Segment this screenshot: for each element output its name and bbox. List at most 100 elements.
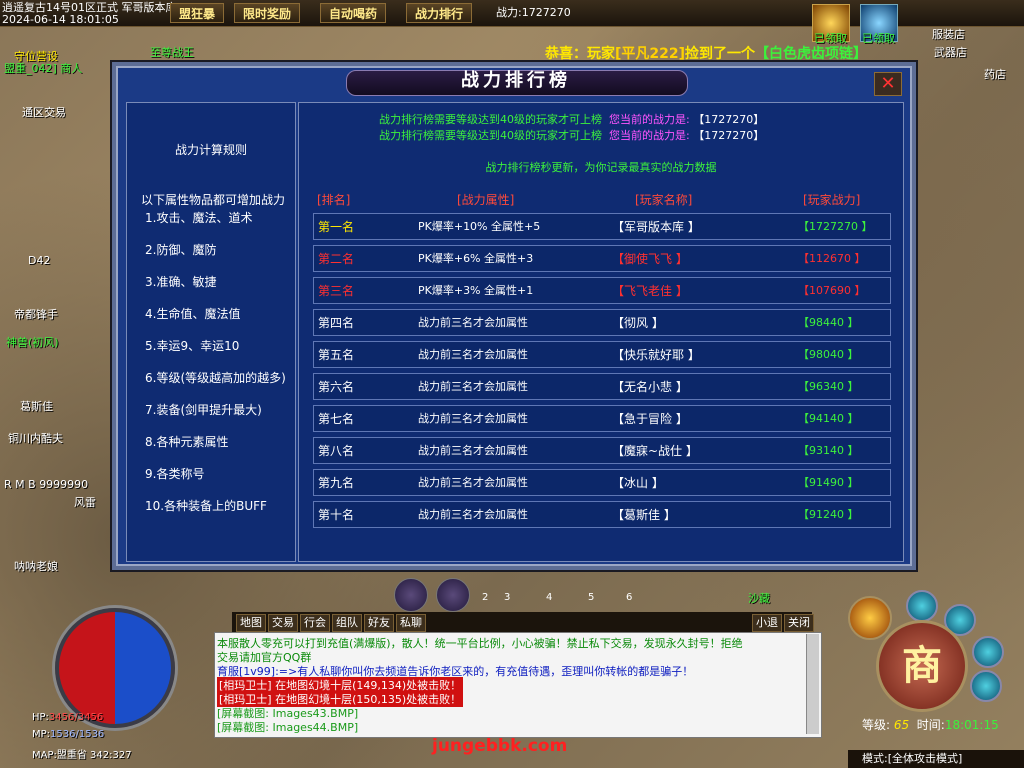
rule-item: 3.准确、敏捷 bbox=[145, 275, 217, 289]
shop-button[interactable]: 商 bbox=[876, 620, 968, 712]
player-name-cell: 【彻风 】 bbox=[612, 316, 664, 330]
player-name-cell: 【魔寐~战仕 】 bbox=[612, 444, 698, 458]
player-name-cell: 【葛斯佳 】 bbox=[612, 508, 676, 522]
map-event-label: 沙藏 bbox=[748, 592, 770, 605]
header-name: [玩家名称] bbox=[635, 193, 693, 207]
player-name-cell: 【飞飞老佳 】 bbox=[612, 284, 688, 298]
player-name-cell: 【军哥版本库 】 bbox=[612, 220, 700, 234]
chat-line: [屏幕截图: Images44.BMP] bbox=[217, 721, 359, 734]
chat-scrollbar[interactable] bbox=[806, 634, 819, 734]
limited-reward-button[interactable]: 限时奖励 bbox=[234, 3, 301, 23]
rank-cell: 第六名 bbox=[318, 380, 355, 394]
close-button[interactable]: ✕ bbox=[874, 72, 902, 96]
header-power: [玩家战力] bbox=[803, 193, 861, 207]
character-icon[interactable] bbox=[906, 590, 938, 622]
ranking-panel: 战力排行榜需要等级达到40级的玩家才可上榜 您当前的战力是: 【1727270】… bbox=[298, 102, 904, 562]
power-cell: 【96340 】 bbox=[798, 380, 859, 393]
npc-label: 至尊战王 bbox=[150, 46, 194, 59]
attr-cell: PK爆率+10% 全属性+5 bbox=[418, 220, 541, 233]
pet-icon[interactable] bbox=[848, 596, 892, 640]
power-cell: 【98440 】 bbox=[798, 316, 859, 329]
rank-row: 第一名 PK爆率+10% 全属性+5 【军哥版本库 】 【1727270 】 bbox=[313, 213, 891, 240]
rank-cell: 第四名 bbox=[318, 316, 355, 330]
rank-row: 第八名 战力前三名才会加属性 【魔寐~战仕 】 【93140 】 bbox=[313, 437, 891, 464]
tab-team[interactable]: 组队 bbox=[332, 614, 362, 632]
player-name-cell: 【急于冒险 】 bbox=[612, 412, 688, 426]
rules-intro: 以下属性物品都可增加战力 bbox=[141, 193, 286, 207]
rank-row: 第六名 战力前三名才会加属性 【无名小悲 】 【96340 】 bbox=[313, 373, 891, 400]
hp-mp-orb bbox=[55, 608, 175, 728]
announcement: 恭喜：玩家[平凡222]捡到了一个【白色虎齿项链】 bbox=[545, 43, 867, 63]
server-info: 逍遥复古14号01区正式 军哥版本库 2024-06-14 18:01:05 bbox=[2, 2, 177, 26]
rule-item: 2.防御、魔防 bbox=[145, 243, 217, 257]
skill-slot-1[interactable] bbox=[394, 578, 428, 612]
attr-cell: 战力前三名才会加属性 bbox=[418, 380, 528, 393]
rank-cell: 第九名 bbox=[318, 476, 355, 490]
power-label: 战力: bbox=[496, 6, 522, 19]
rank-row: 第七名 战力前三名才会加属性 【急于冒险 】 【94140 】 bbox=[313, 405, 891, 432]
rampage-button[interactable]: 盟狂暴 bbox=[170, 3, 225, 23]
watermark: jungebbk.com bbox=[432, 736, 568, 756]
power-cell: 【91240 】 bbox=[798, 508, 859, 521]
rank-cell: 第一名 bbox=[318, 220, 355, 234]
announce-player: [平凡222] bbox=[615, 46, 686, 62]
rules-panel: 战力计算规则 以下属性物品都可增加战力 1.攻击、魔法、道术 2.防御、魔防 3… bbox=[126, 102, 296, 562]
power-ranking-dialog: 战力排行榜 ✕ 战力计算规则 以下属性物品都可增加战力 1.攻击、魔法、道术 2… bbox=[112, 62, 916, 570]
rule-item: 9.各类称号 bbox=[145, 467, 205, 481]
header-attr: [战力属性] bbox=[457, 193, 515, 207]
announce-prefix: 恭喜：玩家 bbox=[545, 46, 615, 62]
tab-guild[interactable]: 行会 bbox=[300, 614, 330, 632]
rule-item: 1.攻击、魔法、道术 bbox=[145, 211, 253, 225]
announce-mid: 捡到了一个 bbox=[685, 46, 756, 62]
power-cell: 【94140 】 bbox=[798, 412, 859, 425]
power-cell: 【98040 】 bbox=[798, 348, 859, 361]
rank-row: 第九名 战力前三名才会加属性 【冰山 】 【91490 】 bbox=[313, 469, 891, 496]
chat-log[interactable]: 本服散人零充可以打到充值(满爆版)，散人！统一平台比例，小心被骗！禁止私下交易，… bbox=[214, 632, 822, 738]
attr-cell: 战力前三名才会加属性 bbox=[418, 508, 528, 521]
power-cell: 【93140 】 bbox=[798, 444, 859, 457]
auto-potion-button[interactable]: 自动喝药 bbox=[320, 3, 387, 23]
npc-label: 风雷 bbox=[74, 496, 96, 509]
skill-icon[interactable] bbox=[972, 636, 1004, 668]
skill-slot-2[interactable] bbox=[436, 578, 470, 612]
tab-map[interactable]: 地图 bbox=[236, 614, 266, 632]
attr-cell: 战力前三名才会加属性 bbox=[418, 444, 528, 457]
attack-mode[interactable]: 模式:[全体攻击模式] bbox=[848, 750, 1024, 768]
close-chat-button[interactable]: 关闭 bbox=[784, 614, 814, 632]
power-readout: 战力:1727270 bbox=[496, 3, 571, 23]
update-note: 战力排行榜秒更新，为你记录最真实的战力数据 bbox=[485, 161, 717, 174]
rule-item: 7.装备(剑甲提升最大) bbox=[145, 403, 262, 417]
logout-button[interactable]: 小退 bbox=[752, 614, 782, 632]
npc-label: 呐呐老娘 bbox=[14, 560, 58, 573]
power-rank-button[interactable]: 战力排行 bbox=[406, 3, 473, 23]
rank-cell: 第二名 bbox=[318, 252, 355, 266]
rank-cell: 第三名 bbox=[318, 284, 355, 298]
rule-item: 8.各种元素属性 bbox=[145, 435, 229, 449]
hp-stat: HP:3456/3456 bbox=[32, 712, 104, 723]
rule-item: 4.生命值、魔法值 bbox=[145, 307, 241, 321]
attr-cell: PK爆率+6% 全属性+3 bbox=[418, 252, 534, 265]
npc-label: 铜川内酷夫 bbox=[8, 432, 63, 445]
slot-number: 4 bbox=[546, 592, 553, 603]
rank-cell: 第十名 bbox=[318, 508, 355, 522]
npc-label: 盟重_042] 商人 bbox=[4, 62, 83, 75]
announce-item: 【白色虎齿项链】 bbox=[755, 46, 868, 62]
sound-icon[interactable] bbox=[970, 670, 1002, 702]
tab-trade[interactable]: 交易 bbox=[268, 614, 298, 632]
tab-friends[interactable]: 好友 bbox=[364, 614, 394, 632]
rules-title: 战力计算规则 bbox=[174, 143, 247, 157]
player-name-cell: 【冰山 】 bbox=[612, 476, 664, 490]
power-cell: 【91490 】 bbox=[798, 476, 859, 489]
map-stat: MAP:盟重省 342:327 bbox=[32, 750, 132, 761]
requirement-line: 战力排行榜需要等级达到40级的玩家才可上榜 您当前的战力是: 【1727270】 bbox=[379, 113, 765, 126]
attr-cell: 战力前三名才会加属性 bbox=[418, 412, 528, 425]
slot-number: 3 bbox=[504, 592, 511, 603]
rule-item: 5.幸运9、幸运10 bbox=[145, 339, 240, 353]
mp-stat: MP:1536/1536 bbox=[32, 729, 105, 740]
tab-whisper[interactable]: 私聊 bbox=[396, 614, 426, 632]
slot-number: 6 bbox=[626, 592, 633, 603]
player-name-cell: 【快乐就好耶 】 bbox=[612, 348, 700, 362]
slot-number: 2 bbox=[482, 592, 489, 603]
datetime: 2024-06-14 18:01:05 bbox=[2, 13, 119, 26]
rank-row: 第二名 PK爆率+6% 全属性+3 【御使飞飞 】 【112670 】 bbox=[313, 245, 891, 272]
